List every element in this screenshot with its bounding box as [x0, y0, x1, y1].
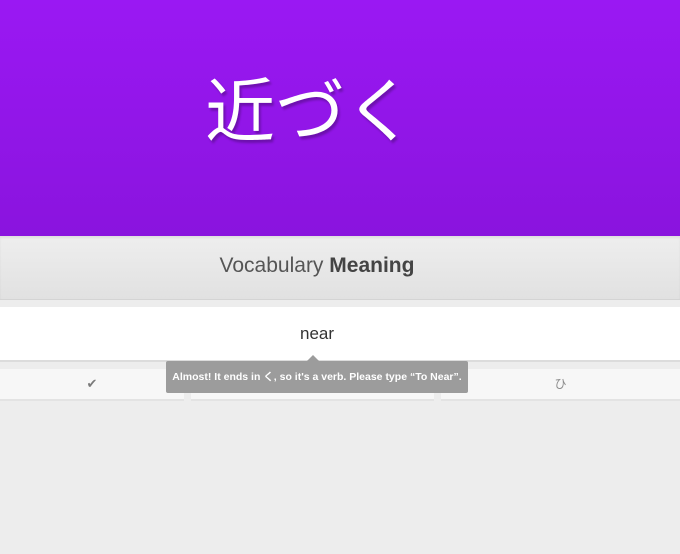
- kana-toggle-button[interactable]: ひ: [441, 369, 680, 401]
- hint-tooltip: Almost! It ends in く, so it's a verb. Pl…: [166, 361, 468, 393]
- kana-toggle-label: ひ: [554, 377, 567, 391]
- question-kind: Meaning: [329, 254, 415, 277]
- answer-input[interactable]: [0, 307, 634, 360]
- question-type-bar: Vocabulary Meaning: [0, 236, 680, 300]
- character-header: 近づく: [0, 0, 680, 236]
- question-type-label: Vocabulary Meaning: [0, 254, 634, 278]
- vocabulary-characters: 近づく: [205, 71, 415, 153]
- question-category: Vocabulary: [219, 254, 324, 277]
- submit-answer-button[interactable]: ✔: [0, 369, 184, 401]
- answer-form: [0, 307, 680, 362]
- check-icon: ✔: [86, 377, 98, 392]
